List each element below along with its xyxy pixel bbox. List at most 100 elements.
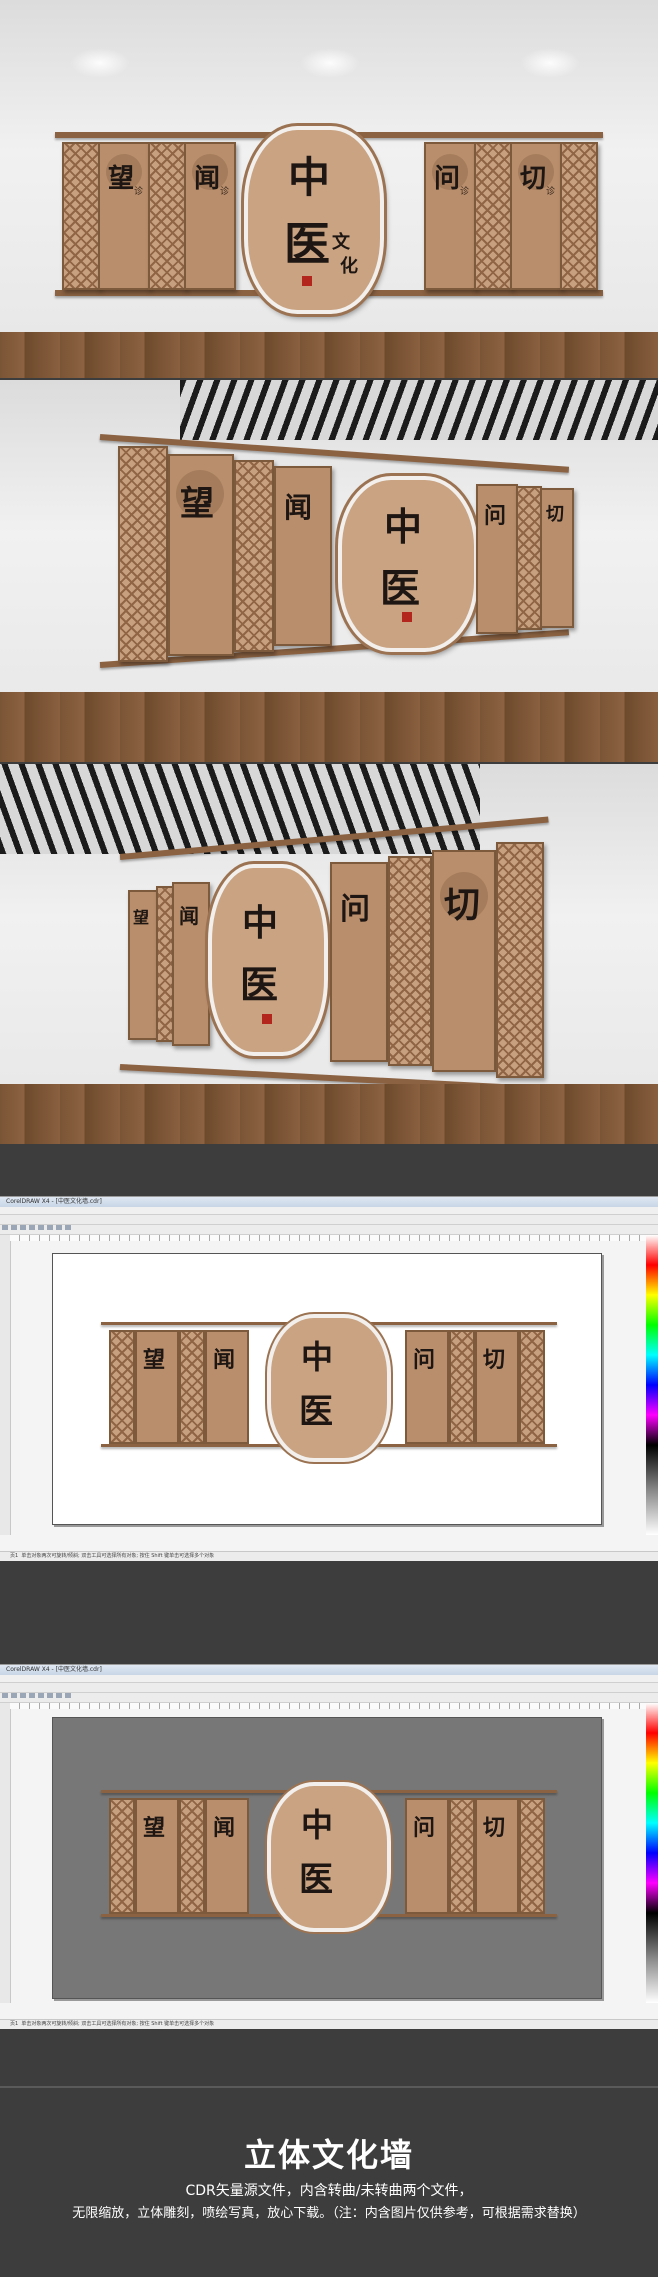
page-tab[interactable]: 页1 xyxy=(10,1553,18,1559)
hero-char-wen: 文 xyxy=(332,232,350,253)
caption-line-1: CDR矢量源文件，内含转曲/未转曲两个文件， xyxy=(185,2183,473,2199)
central-quatrefoil: 中 医 xyxy=(267,1314,391,1462)
lattice-panel xyxy=(496,842,544,1078)
spotlight xyxy=(70,48,130,78)
property-bar xyxy=(0,1693,658,1703)
export-icon[interactable] xyxy=(65,1225,71,1230)
document-page: 望 闻 中 医 问 切 xyxy=(52,1253,602,1525)
new-icon[interactable] xyxy=(2,1225,8,1230)
editor-window: CorelDRAW X4 - [中医文化墙.cdr] 望 闻 中 医 问 切 页… xyxy=(0,1196,658,1561)
render-scene-left: 望 闻 中 医 问 切 xyxy=(0,380,658,762)
wen2-char: 问 xyxy=(413,1347,436,1373)
wen2-panel: 问 xyxy=(476,484,518,634)
toolbar xyxy=(0,1683,658,1698)
undo-icon[interactable] xyxy=(38,1693,44,1698)
save-icon[interactable] xyxy=(20,1693,26,1698)
color-palette[interactable] xyxy=(646,1703,658,2003)
ceiling-slats xyxy=(180,380,658,440)
wen-panel: 闻 xyxy=(205,1330,249,1444)
ceiling-slats xyxy=(0,764,480,854)
editor-title-bar: CorelDRAW X4 - [中医文化墙.cdr] xyxy=(0,1197,658,1207)
qie-panel: 切 xyxy=(475,1798,519,1914)
wen2-char: 问 xyxy=(413,1815,436,1841)
wen-char: 闻 xyxy=(284,491,313,524)
caption-line-2: 无限缩放，立体雕刻，喷绘写真，放心下载。（注：内含图片仅供参考，可根据需求替换） xyxy=(72,2206,586,2221)
open-icon[interactable] xyxy=(11,1225,17,1230)
wen2-panel: 问 xyxy=(405,1330,449,1444)
wen-char: 闻 xyxy=(194,164,221,194)
wen-panel: 闻 xyxy=(172,882,210,1046)
qie-panel: 切 xyxy=(540,488,574,628)
open-icon[interactable] xyxy=(11,1693,17,1698)
wang-panel: 望 xyxy=(168,454,234,656)
qie-panel: 切 xyxy=(475,1330,519,1444)
undo-icon[interactable] xyxy=(38,1225,44,1230)
import-icon[interactable] xyxy=(56,1693,62,1698)
toolbar xyxy=(0,1215,658,1230)
export-icon[interactable] xyxy=(65,1693,71,1698)
lattice-panel xyxy=(449,1798,475,1914)
hero-char-zhong: 中 xyxy=(301,1806,334,1844)
wen-char: 闻 xyxy=(213,1815,236,1841)
render-scene-right: 望 闻 中 医 问 切 xyxy=(0,764,658,1144)
hero-char-yi: 医 xyxy=(380,565,420,612)
property-bar xyxy=(0,1225,658,1235)
page-tab[interactable]: 页1 xyxy=(10,2021,18,2027)
lattice-panel xyxy=(109,1330,135,1444)
import-icon[interactable] xyxy=(56,1225,62,1230)
hero-char-zhong: 中 xyxy=(384,504,423,549)
sub-char: 诊 xyxy=(220,187,230,197)
red-seal xyxy=(302,276,312,286)
wang-char: 望 xyxy=(143,1815,166,1841)
hero-char-yi: 医 xyxy=(299,1392,333,1432)
qie-panel: 切 诊 xyxy=(510,142,562,290)
new-icon[interactable] xyxy=(2,1693,8,1698)
wang-char: 望 xyxy=(180,484,214,524)
lattice-panel xyxy=(179,1330,205,1444)
wen2-panel: 问 xyxy=(330,862,388,1062)
lattice-panel xyxy=(234,460,274,652)
lattice-panel xyxy=(519,1330,545,1444)
wang-panel: 望 xyxy=(128,890,158,1040)
redo-icon[interactable] xyxy=(47,1693,53,1698)
redo-icon[interactable] xyxy=(47,1225,53,1230)
hero-char-yi: 医 xyxy=(299,1860,333,1900)
editor-window-outlined: CorelDRAW X4 - [中医文化墙.cdr] 望 闻 中 医 问 切 页… xyxy=(0,1664,658,2029)
wen-panel: 闻 诊 xyxy=(184,142,236,290)
color-palette[interactable] xyxy=(646,1235,658,1535)
lattice-panel xyxy=(109,1798,135,1914)
wood-floor xyxy=(0,692,658,762)
wen2-char: 问 xyxy=(484,503,507,529)
qie-char: 切 xyxy=(444,884,481,926)
menu-bar xyxy=(0,1675,658,1683)
lattice-panel xyxy=(560,142,598,290)
lattice-panel xyxy=(449,1330,475,1444)
status-text: 单击对象两次可旋转/倾斜; 双击工具可选择所有对象; 按住 Shift 键单击可… xyxy=(21,2021,215,2027)
wen2-panel: 问 诊 xyxy=(424,142,476,290)
central-quatrefoil: 中 医 xyxy=(208,864,328,1056)
sub-char: 诊 xyxy=(546,187,556,197)
qie-panel: 切 xyxy=(432,850,496,1072)
horizontal-ruler xyxy=(10,1703,646,1709)
wood-floor xyxy=(0,1084,658,1144)
wang-char: 望 xyxy=(143,1347,166,1373)
print-icon[interactable] xyxy=(29,1225,35,1230)
toolbox[interactable] xyxy=(0,1703,11,2003)
red-seal xyxy=(262,1014,272,1024)
qie-char: 切 xyxy=(483,1347,506,1373)
lattice-panel xyxy=(62,142,100,290)
qie-char: 切 xyxy=(520,164,547,194)
wen-char: 闻 xyxy=(213,1347,236,1373)
print-icon[interactable] xyxy=(29,1693,35,1698)
central-quatrefoil: 中 医 xyxy=(338,476,478,652)
lattice-panel xyxy=(516,486,542,630)
lattice-panel xyxy=(179,1798,205,1914)
wen-panel: 闻 xyxy=(274,466,332,646)
toolbox[interactable] xyxy=(0,1235,11,1535)
menu-bar xyxy=(0,1207,658,1215)
lattice-panel xyxy=(388,856,432,1066)
save-icon[interactable] xyxy=(20,1225,26,1230)
wang-panel: 望 xyxy=(135,1330,179,1444)
wen2-char: 问 xyxy=(340,892,370,927)
status-bar: 页1 单击对象两次可旋转/倾斜; 双击工具可选择所有对象; 按住 Shift 键… xyxy=(0,2019,658,2029)
